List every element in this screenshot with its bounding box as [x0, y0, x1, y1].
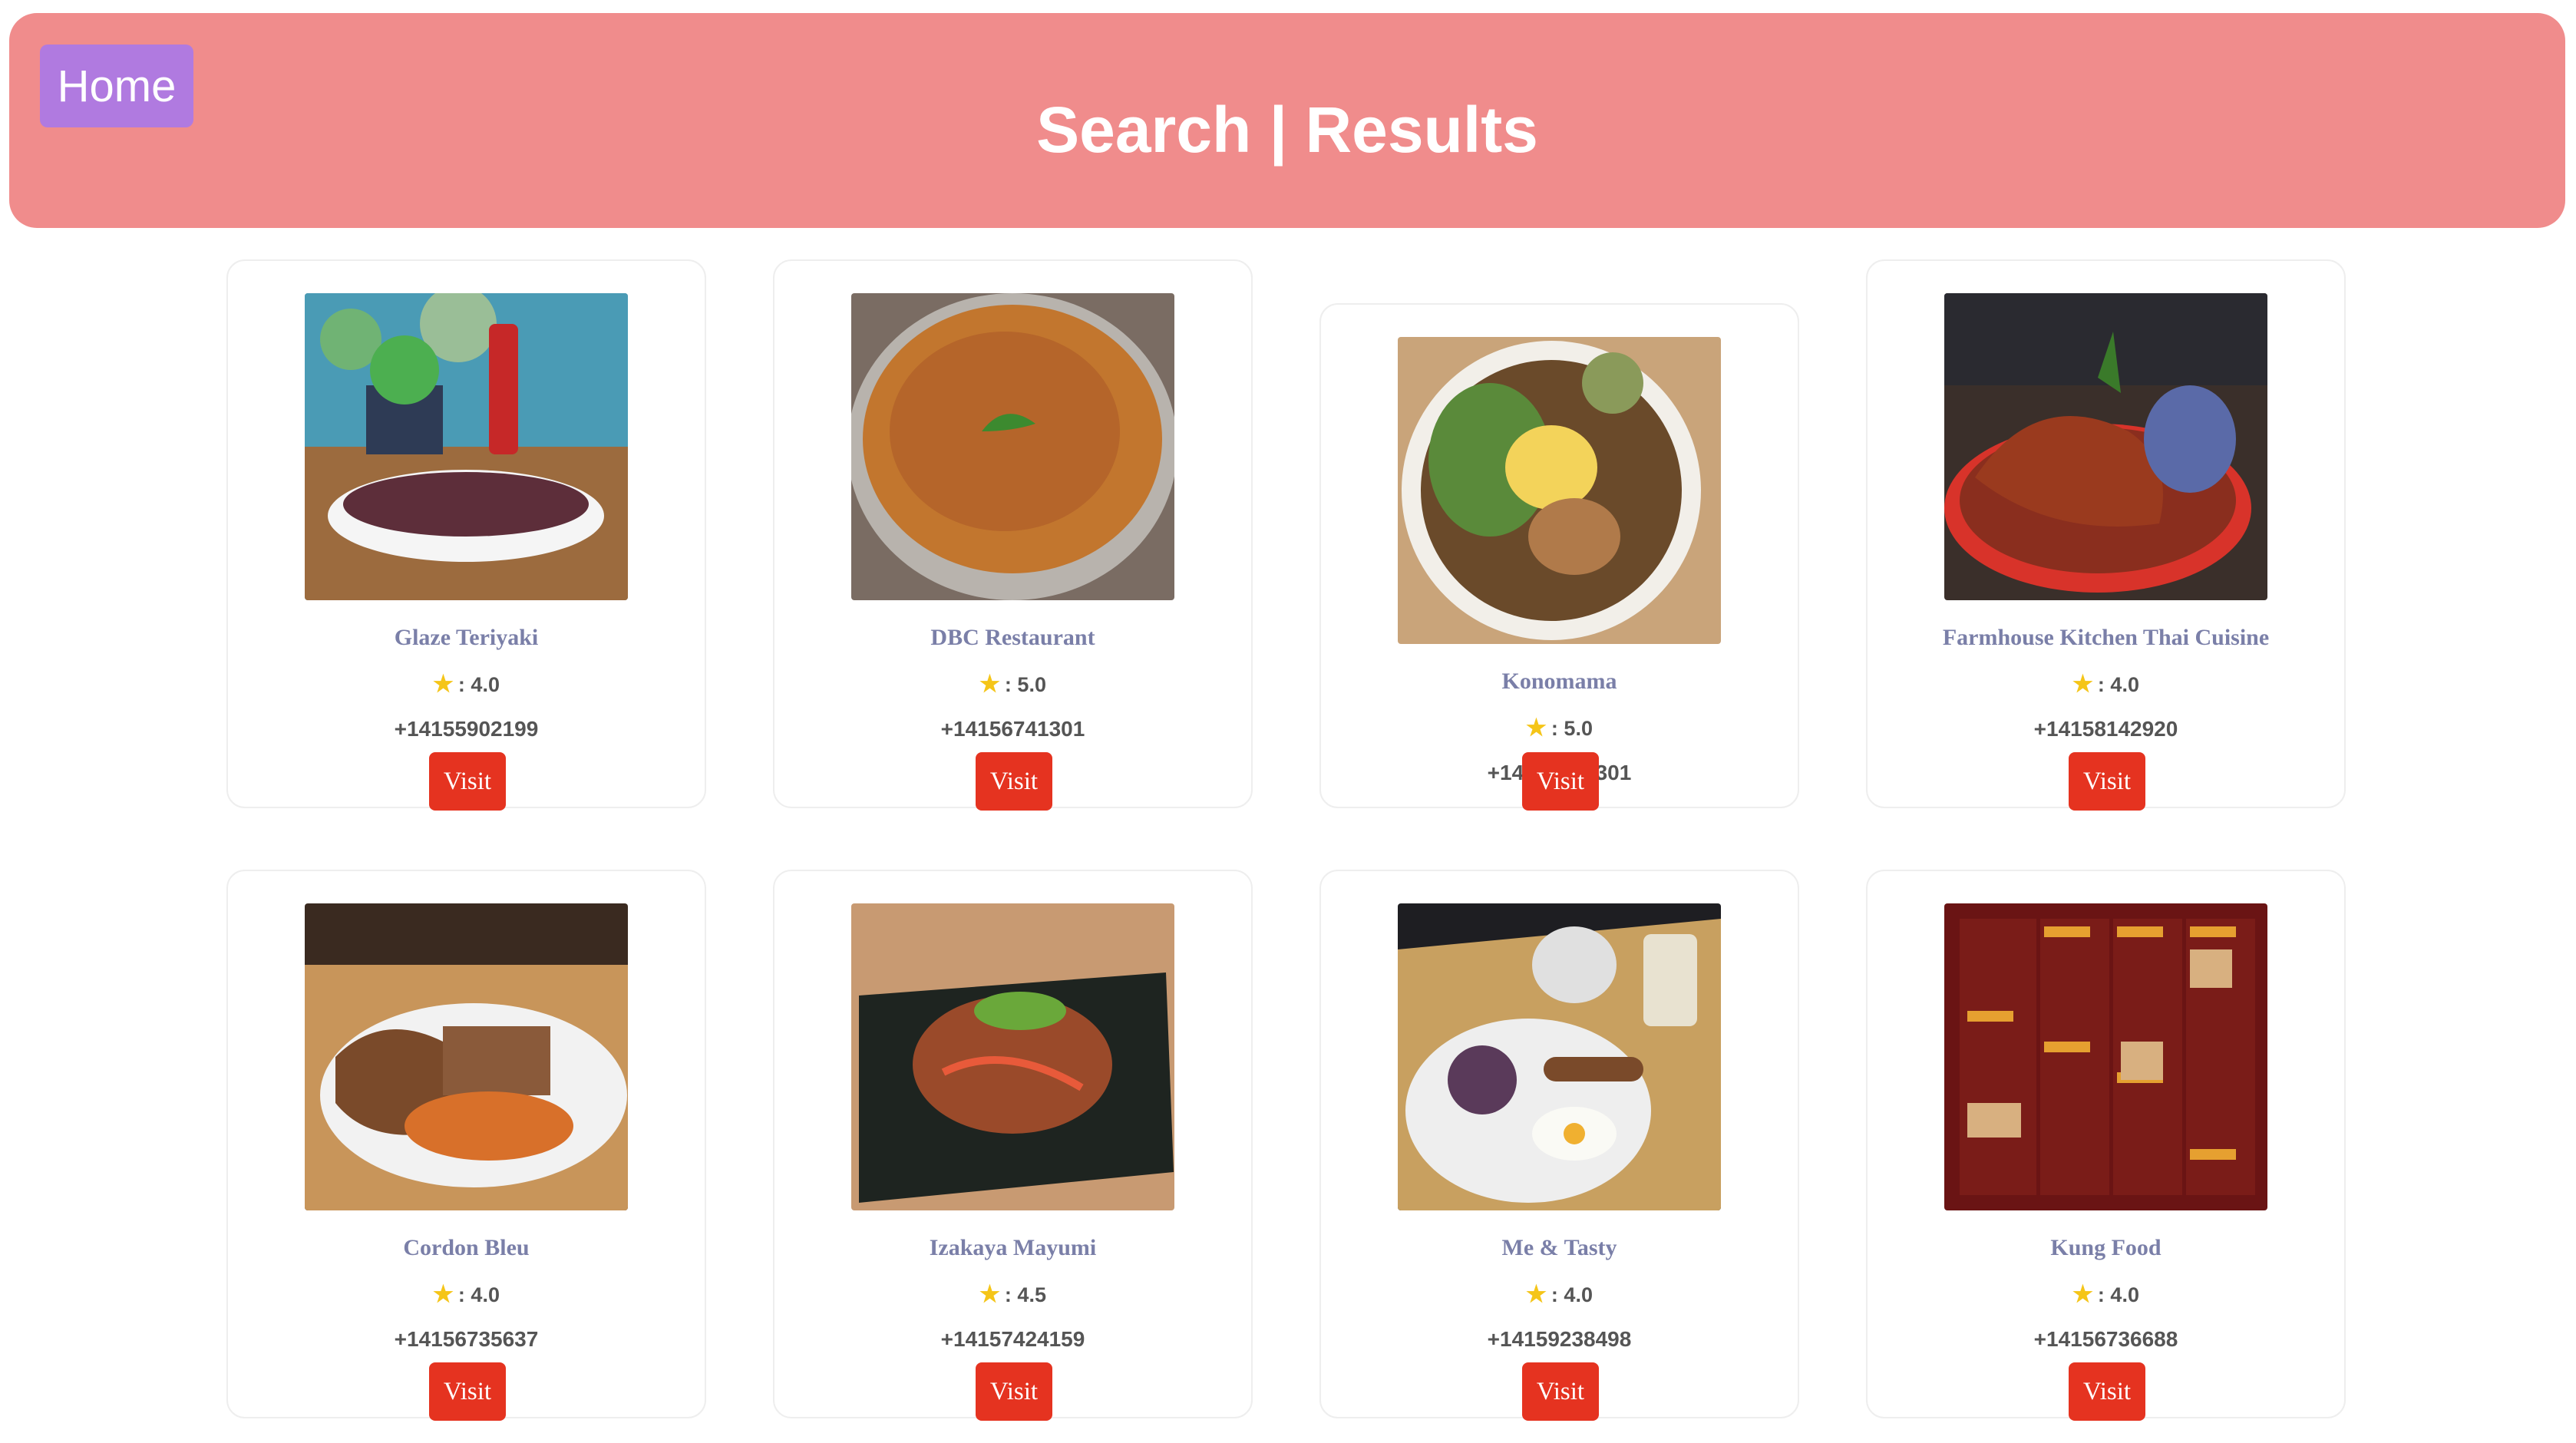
star-icon: ★: [2072, 672, 2093, 697]
restaurant-name[interactable]: Kung Food: [1868, 1235, 2344, 1261]
restaurant-card: Cordon Bleu ★: 4.0 +14156735637 Visit: [226, 870, 706, 1421]
star-icon: ★: [433, 672, 454, 697]
restaurant-photo: [851, 903, 1174, 1210]
restaurant-phone: +14156741301: [940, 717, 1085, 741]
restaurant-rating: ★: 4.0: [1321, 1281, 1798, 1308]
visit-button[interactable]: Visit: [1522, 752, 1599, 811]
restaurant-photo: [305, 293, 628, 600]
page-title: Search | Results: [1036, 94, 1538, 166]
restaurant-name[interactable]: Me & Tasty: [1321, 1235, 1798, 1261]
rating-value: : 4.0: [457, 1283, 500, 1306]
restaurant-card: DBC Restaurant ★: 5.0 +14156741301 Visit: [773, 259, 1253, 811]
rating-value: : 5.0: [1004, 673, 1046, 696]
rating-value: : 4.5: [1004, 1283, 1046, 1306]
star-icon: ★: [979, 672, 1000, 697]
restaurant-rating: ★: 4.0: [1868, 1281, 2344, 1308]
visit-button[interactable]: Visit: [429, 752, 506, 811]
star-icon: ★: [979, 1282, 1000, 1307]
rating-value: : 4.0: [2097, 673, 2139, 696]
visit-button[interactable]: Visit: [976, 752, 1052, 811]
header-banner: Home Search | Results: [9, 13, 2565, 228]
restaurant-card: Me & Tasty ★: 4.0 +14159238498 Visit: [1319, 870, 1799, 1421]
restaurant-rating: ★: 4.0: [228, 1281, 705, 1308]
restaurant-name[interactable]: Cordon Bleu: [228, 1235, 705, 1261]
restaurant-phone: +14155902199: [394, 717, 539, 741]
restaurant-card: Izakaya Mayumi ★: 4.5 +14157424159 Visit: [773, 870, 1253, 1421]
restaurant-rating: ★: 4.0: [1868, 671, 2344, 698]
restaurant-name[interactable]: Konomama: [1321, 669, 1798, 695]
visit-button[interactable]: Visit: [2069, 752, 2145, 811]
restaurant-photo: [1944, 293, 2267, 600]
restaurant-card: Konomama ★: 5.0 +14156741301 Visit: [1319, 303, 1799, 811]
star-icon: ★: [2072, 1282, 2093, 1307]
rating-value: : 5.0: [1551, 717, 1593, 740]
restaurant-card: Glaze Teriyaki ★: 4.0 +14155902199 Visit: [226, 259, 706, 811]
star-icon: ★: [1526, 1282, 1547, 1307]
visit-button[interactable]: Visit: [976, 1362, 1052, 1421]
rating-value: : 4.0: [457, 673, 500, 696]
restaurant-phone: +14157424159: [940, 1327, 1085, 1351]
visit-button[interactable]: Visit: [429, 1362, 506, 1421]
restaurant-photo: [851, 293, 1174, 600]
rating-value: : 4.0: [1551, 1283, 1593, 1306]
restaurant-rating: ★: 4.0: [228, 671, 705, 698]
rating-value: : 4.0: [2097, 1283, 2139, 1306]
restaurant-photo: [1398, 903, 1721, 1210]
star-icon: ★: [1526, 715, 1547, 741]
restaurant-photo: [1944, 903, 2267, 1210]
restaurant-photo: [305, 903, 628, 1210]
restaurant-phone: +14156735637: [394, 1327, 539, 1351]
restaurant-card: Kung Food ★: 4.0 +14156736688 Visit: [1866, 870, 2346, 1421]
restaurant-phone: +14156736688: [2033, 1327, 2178, 1351]
restaurant-name[interactable]: Glaze Teriyaki: [228, 625, 705, 651]
restaurant-rating: ★: 5.0: [1321, 715, 1798, 741]
restaurant-rating: ★: 4.5: [774, 1281, 1251, 1308]
visit-button[interactable]: Visit: [2069, 1362, 2145, 1421]
restaurant-card: Farmhouse Kitchen Thai Cuisine ★: 4.0 +1…: [1866, 259, 2346, 811]
star-icon: ★: [433, 1282, 454, 1307]
restaurant-name[interactable]: Izakaya Mayumi: [774, 1235, 1251, 1261]
restaurant-phone: +14158142920: [2033, 717, 2178, 741]
restaurant-name[interactable]: DBC Restaurant: [774, 625, 1251, 651]
restaurant-name[interactable]: Farmhouse Kitchen Thai Cuisine: [1868, 625, 2344, 651]
visit-button[interactable]: Visit: [1522, 1362, 1599, 1421]
restaurant-photo: [1398, 337, 1721, 644]
restaurant-phone: +14159238498: [1487, 1327, 1632, 1351]
restaurant-rating: ★: 5.0: [774, 671, 1251, 698]
